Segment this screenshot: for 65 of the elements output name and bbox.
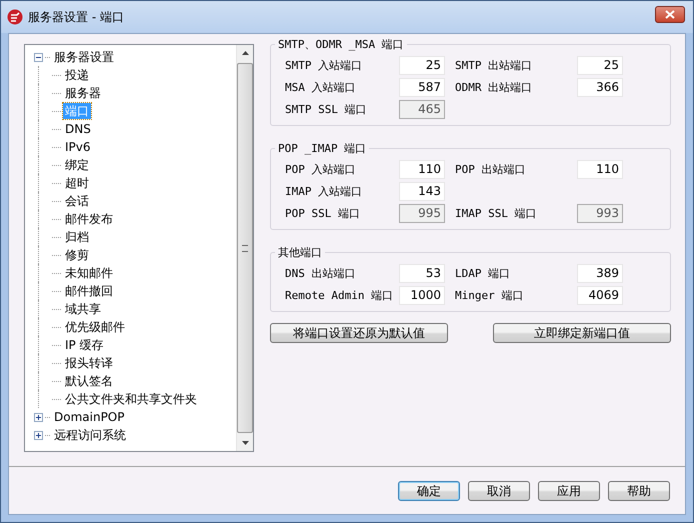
dialog-button[interactable]: 取消: [468, 481, 530, 501]
port-input[interactable]: 587: [399, 78, 445, 96]
tree-item[interactable]: 修剪: [63, 247, 91, 263]
action-button[interactable]: 将端口设置还原为默认值: [270, 323, 448, 343]
field-label: Remote Admin 端口: [285, 288, 394, 302]
scroll-down-arrow-icon[interactable]: [242, 441, 248, 445]
dialog-button[interactable]: 应用: [538, 481, 600, 501]
tree-item[interactable]: 服务器设置: [52, 49, 116, 65]
port-input[interactable]: 4069: [577, 286, 623, 304]
tree-item[interactable]: 服务器: [63, 85, 103, 101]
action-button[interactable]: 立即绑定新端口值: [493, 323, 671, 343]
port-input[interactable]: 389: [577, 264, 623, 282]
field-label: POP SSL 端口: [285, 206, 361, 220]
tree-item[interactable]: DNS: [63, 121, 93, 137]
field-label: POP 出站端口: [455, 162, 526, 176]
tree-item[interactable]: 归档: [63, 229, 91, 245]
port-input[interactable]: 366: [577, 78, 623, 96]
port-input[interactable]: 110: [399, 160, 445, 178]
dialog-button[interactable]: 帮助: [608, 481, 670, 501]
port-input[interactable]: 25: [577, 56, 623, 74]
port-input[interactable]: 25: [399, 56, 445, 74]
tree-item[interactable]: 公共文件夹和共享文件夹: [63, 391, 199, 407]
app-logo-icon: [7, 9, 23, 25]
group-title: SMTP、ODMR _MSA 端口: [277, 37, 405, 52]
expander-icon[interactable]: [34, 430, 43, 440]
field-label: IMAP SSL 端口: [455, 206, 538, 220]
tree-item[interactable]: 域共享: [63, 301, 103, 317]
tree-item[interactable]: 默认签名: [63, 373, 115, 389]
field-label: SMTP SSL 端口: [285, 102, 368, 116]
tree-item[interactable]: 投递: [63, 67, 91, 83]
tree-item[interactable]: 优先级邮件: [63, 319, 127, 335]
tree-item[interactable]: 绑定: [63, 157, 91, 173]
tree-item[interactable]: IP 缓存: [63, 337, 106, 353]
tree-item[interactable]: 超时: [63, 175, 91, 191]
vertical-scrollbar[interactable]: [236, 45, 253, 451]
tree-item[interactable]: 会话: [63, 193, 91, 209]
window-title: 服务器设置 - 端口: [28, 8, 125, 26]
port-input[interactable]: 53: [399, 264, 445, 282]
field-label: ODMR 出站端口: [455, 80, 534, 94]
tree-item[interactable]: 未知邮件: [63, 265, 115, 281]
close-icon: [665, 10, 675, 18]
group-title: 其他端口: [277, 245, 323, 260]
port-input[interactable]: 143: [399, 182, 445, 200]
close-button[interactable]: [655, 6, 685, 22]
field-label: Minger 端口: [455, 288, 524, 302]
expander-icon[interactable]: [34, 52, 43, 62]
field-label: LDAP 端口: [455, 266, 512, 280]
group-title: POP _IMAP 端口: [277, 141, 368, 156]
tree-item[interactable]: 邮件发布: [63, 211, 115, 227]
field-label: SMTP 出站端口: [455, 58, 534, 72]
field-label: MSA 入站端口: [285, 80, 356, 94]
expander-icon[interactable]: [34, 412, 43, 422]
tree-item[interactable]: 报头转译: [63, 355, 115, 371]
tree-item[interactable]: IPv6: [63, 139, 93, 155]
field-label: DNS 出站端口: [285, 266, 356, 280]
field-label: POP 入站端口: [285, 162, 356, 176]
tree-item[interactable]: DomainPOP: [52, 409, 126, 425]
dialog-button[interactable]: 确定: [398, 481, 460, 501]
field-label: SMTP 入站端口: [285, 58, 364, 72]
tree-item[interactable]: 邮件撤回: [63, 283, 115, 299]
tree-item[interactable]: 远程访问系统: [52, 427, 128, 443]
field-label: IMAP 入站端口: [285, 184, 364, 198]
port-input[interactable]: 1000: [399, 286, 445, 304]
port-input[interactable]: 110: [577, 160, 623, 178]
scroll-up-arrow-icon[interactable]: [242, 51, 248, 55]
